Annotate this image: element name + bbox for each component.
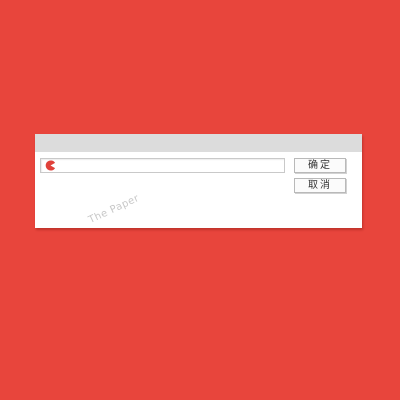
ok-button[interactable]: 确定 [294, 158, 346, 173]
text-input-field[interactable] [40, 158, 285, 173]
dialog-window: 确定 取消 The Paper [35, 134, 362, 228]
cancel-button[interactable]: 取消 [294, 178, 346, 193]
watermark-text: The Paper [87, 192, 142, 226]
dialog-titlebar[interactable] [35, 134, 362, 152]
pacman-icon [45, 160, 56, 171]
